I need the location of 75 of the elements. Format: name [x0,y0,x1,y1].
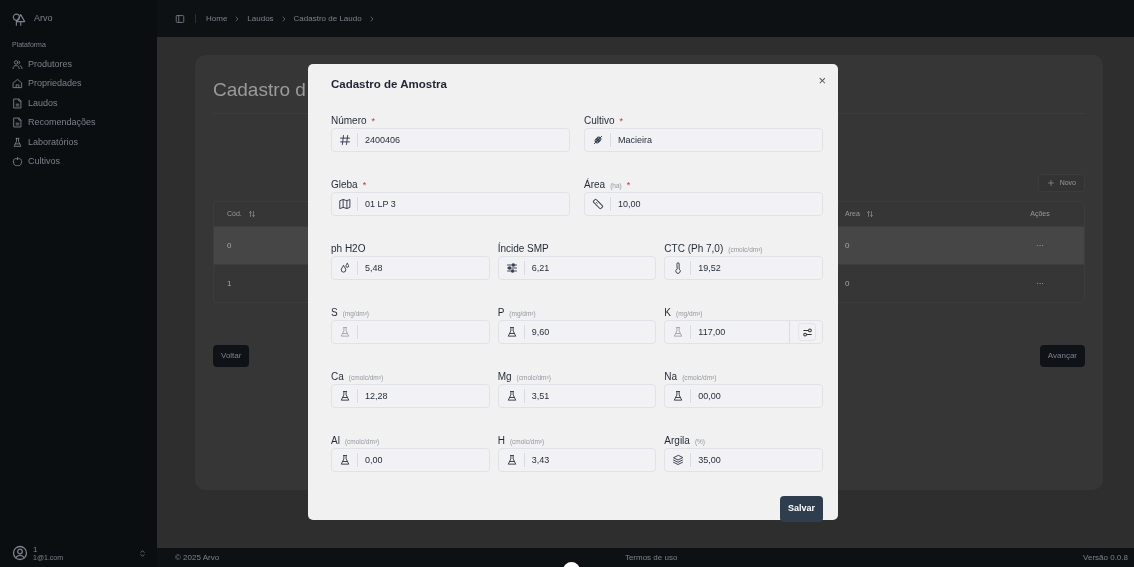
field-label: Ca [331,370,344,384]
sidebar-item[interactable]: Cultivos [12,152,147,172]
input-field[interactable]: 10,00 [584,192,823,216]
input-field[interactable]: 6,21 [497,256,657,280]
sidebar-item[interactable]: Recomendações [12,113,147,133]
field-label: K [664,306,671,320]
field-label: Na [664,370,678,384]
input-field[interactable]: 3,43 [497,448,657,472]
table-cell: 0 [227,239,232,252]
sidebar-item[interactable]: Produtores [12,54,147,74]
field-label: Íncide SMP [497,241,549,256]
document-icon [12,117,23,129]
field-label: S [331,306,338,320]
field-label: Número [331,114,367,128]
sort-arrows-icon [865,210,874,219]
input-field[interactable]: Macieira [584,128,823,152]
user-name: 1 [33,545,39,554]
table-cell: 1 [227,277,232,290]
chevrons-up-down-icon [138,548,147,558]
field-label: Al [331,434,340,448]
input-field[interactable]: 19,52 [664,256,823,280]
required-mark: * [626,179,631,192]
house-icon [12,78,23,90]
breadcrumb-link[interactable]: Home [206,12,228,25]
sidebar-item[interactable]: Propriedades [12,74,147,94]
next-button[interactable]: Avançar [1039,345,1085,368]
tree-logo-icon [12,12,26,26]
field-label: H [497,434,505,448]
options-button[interactable] [798,323,816,341]
brand-name: Arvo [34,12,53,26]
save-button[interactable]: Salvar [779,496,823,522]
field-label: CTC (Ph 7,0) [664,242,724,256]
input-field[interactable] [331,320,490,344]
document-icon [12,97,23,109]
input-field[interactable]: 01 LP 3 [331,192,570,216]
field-label: Cultivo [584,114,615,128]
field-label: P [497,306,505,320]
toggles-icon [801,326,813,338]
field-label: Gleba [331,178,358,192]
actions-menu[interactable]: ··· [1036,278,1044,288]
sort-arrows-icon [247,210,256,219]
terms-link[interactable]: Termos de uso [624,551,678,564]
copyright-text: © 2025 Arvo [175,551,220,564]
input-field[interactable]: 3,51 [497,384,657,408]
field-label: Mg [497,370,512,384]
users-icon [12,58,23,70]
plus-icon [1046,179,1055,188]
sidebar-item[interactable]: Laudos [12,93,147,113]
input-field[interactable]: 2400406 [331,128,570,152]
input-field[interactable]: 9,60 [497,320,657,344]
apple-icon [12,156,23,168]
sidebar-toggle-icon [175,13,185,24]
input-field[interactable]: 117,00 [664,320,823,344]
input-field[interactable]: 0,00 [331,448,490,472]
input-field[interactable]: 5,48 [331,256,490,280]
back-button[interactable]: Voltar [213,345,250,368]
field-label: Área [584,177,606,192]
table-cell: 0 [845,239,850,252]
required-mark: * [619,115,624,128]
input-field[interactable]: 12,28 [331,384,490,408]
version-text: Versão 0.0.8 [1083,551,1128,564]
sidebar-item[interactable]: Laboratórios [12,132,147,152]
input-field[interactable]: 35,00 [664,448,823,472]
modal-title: Cadastro de Amostra [331,78,447,92]
required-mark: * [362,179,367,192]
actions-menu[interactable]: ··· [1036,240,1044,250]
breadcrumb-link[interactable]: Laudos [247,12,274,25]
table-cell: 0 [845,277,850,290]
breadcrumb-link[interactable]: Cadastro de Laudo [293,12,362,25]
flask-icon [12,136,23,148]
user-avatar-icon [12,545,28,561]
required-mark: * [371,115,376,128]
field-label: Argila [664,434,690,448]
field-label: ph H2O [331,242,366,256]
input-field[interactable]: 00,00 [664,384,823,408]
